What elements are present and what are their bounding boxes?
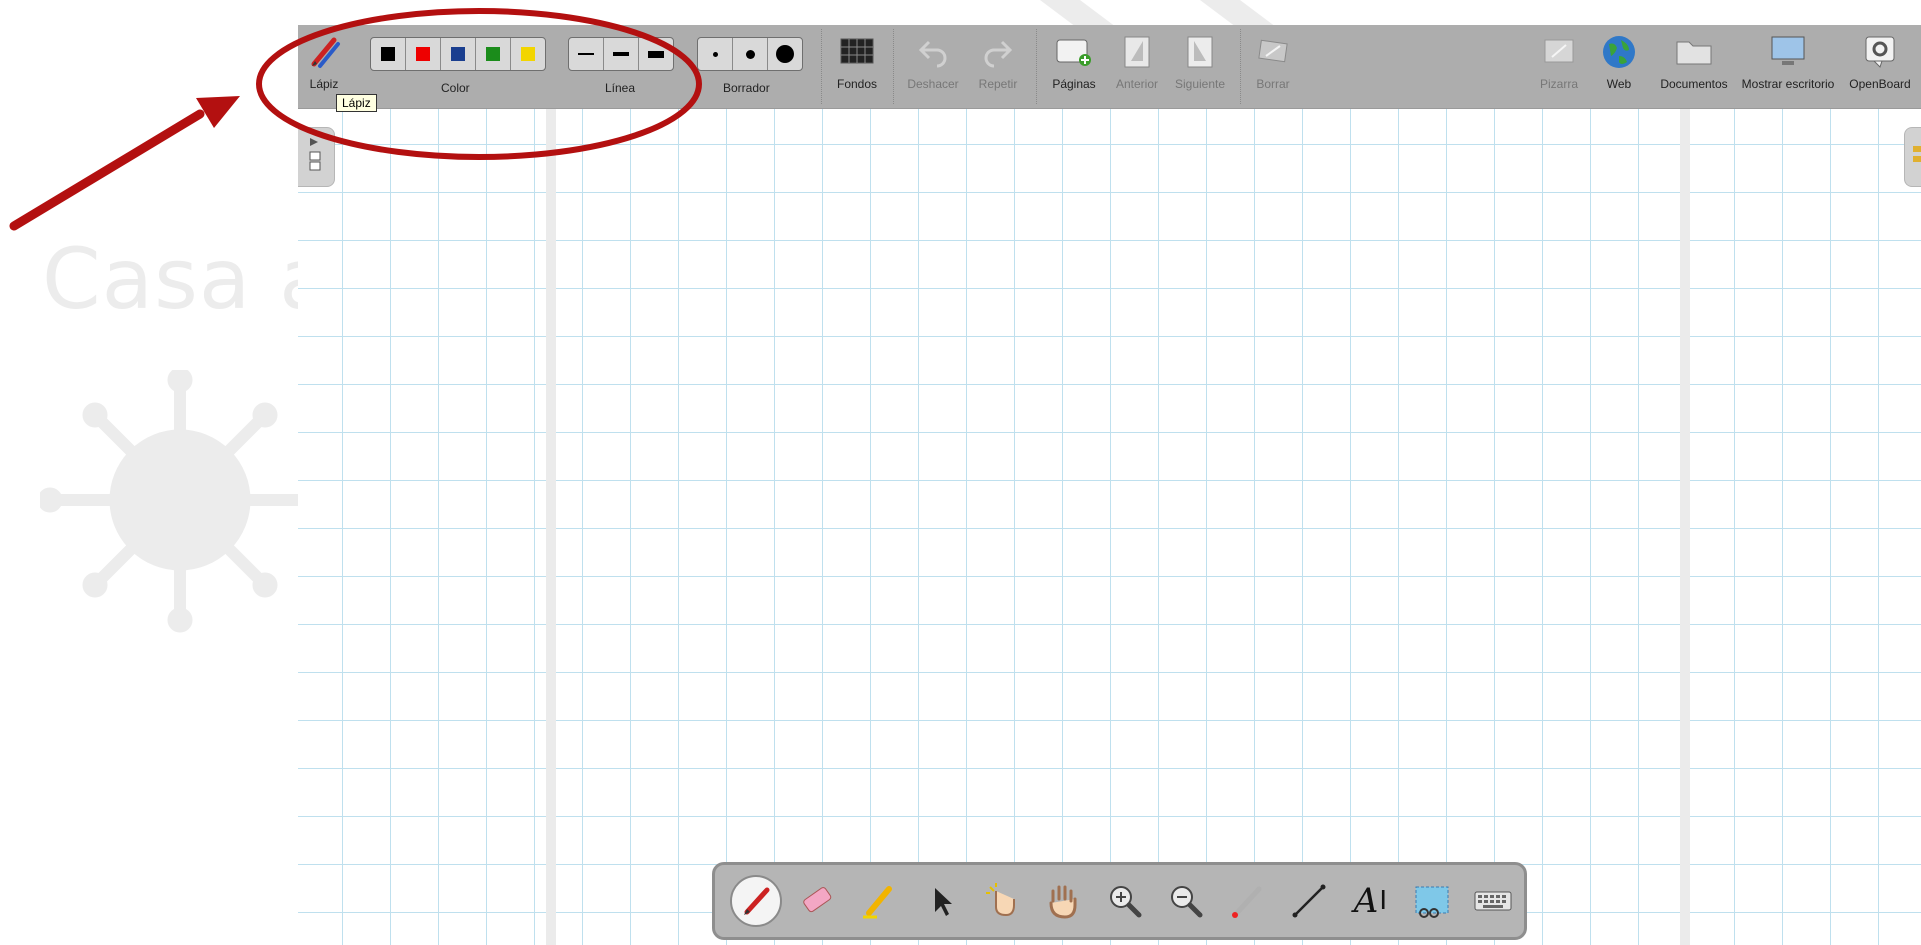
stylus-palette: A I: [712, 862, 1527, 940]
previous-label: Anterior: [1115, 77, 1159, 91]
palette-keyboard[interactable]: [1463, 870, 1524, 932]
line-label: Línea: [605, 81, 636, 95]
color-yellow[interactable]: [511, 38, 545, 70]
add-page-icon: [1056, 39, 1091, 66]
palette-text[interactable]: A I: [1340, 870, 1401, 932]
documents-label: Documentos: [1660, 77, 1728, 91]
settings-icon: [1865, 36, 1895, 68]
redo-icon: [984, 40, 1013, 68]
board-label: Pizarra: [1539, 77, 1578, 91]
line-thick[interactable]: [639, 38, 673, 70]
backgrounds-icon: [840, 38, 874, 64]
palette-line[interactable]: [1278, 870, 1339, 932]
line-medium[interactable]: [604, 38, 639, 70]
keyboard-icon: [1474, 891, 1512, 911]
pen-tooltip: Lápiz: [336, 94, 377, 112]
palette-capture[interactable]: [1401, 870, 1462, 932]
color-selector: [370, 37, 546, 71]
palette-pen[interactable]: [725, 870, 786, 932]
library-icon: [1913, 146, 1921, 162]
library-panel-tab[interactable]: [1904, 127, 1921, 187]
next-label: Siguiente: [1174, 77, 1226, 91]
arrow-right-icon: [309, 138, 321, 171]
palette-hand[interactable]: [1032, 870, 1093, 932]
virus-watermark-icon: [40, 370, 300, 633]
show-desktop-label: Mostrar escritorio: [1741, 77, 1835, 91]
eraser-icon: [803, 887, 832, 913]
color-blue[interactable]: [441, 38, 476, 70]
next-page-button[interactable]: Siguiente: [1170, 25, 1230, 108]
pen-icon: [311, 37, 340, 68]
whiteboard-canvas[interactable]: [298, 108, 1921, 945]
previous-page-button[interactable]: Anterior: [1110, 25, 1164, 108]
documents-button[interactable]: Documentos: [1656, 25, 1732, 108]
line-thin[interactable]: [569, 38, 604, 70]
color-black[interactable]: [371, 38, 406, 70]
redo-button[interactable]: Repetir: [973, 25, 1023, 108]
undo-icon: [918, 40, 947, 68]
globe-icon: [1603, 36, 1635, 68]
redo-label: Repetir: [978, 77, 1018, 91]
board-margin-right: [1680, 108, 1690, 945]
line-width-selector: [568, 37, 674, 71]
text-icon: A: [1353, 881, 1379, 921]
undo-label: Deshacer: [907, 77, 959, 91]
palette-zoom-in[interactable]: [1094, 870, 1155, 932]
pages-button[interactable]: Páginas: [1046, 25, 1102, 108]
openboard-menu-button[interactable]: OpenBoard: [1846, 25, 1914, 108]
eraser-medium[interactable]: [733, 38, 768, 70]
backgrounds-label: Fondos: [836, 77, 878, 91]
monitor-icon: [1771, 36, 1805, 65]
backgrounds-button[interactable]: Fondos: [832, 25, 882, 108]
pen-label: Lápiz: [309, 77, 339, 91]
openboard-label: OpenBoard: [1849, 77, 1911, 91]
web-button[interactable]: Web: [1598, 25, 1640, 108]
palette-laser[interactable]: [1217, 870, 1278, 932]
pen-icon: [743, 887, 770, 915]
palette-zoom-out[interactable]: [1155, 870, 1216, 932]
board-button[interactable]: Pizarra: [1534, 25, 1584, 108]
eraser-small[interactable]: [698, 38, 733, 70]
zoom-in-icon: [1109, 886, 1142, 918]
palette-pointer[interactable]: [909, 870, 970, 932]
highlighter-icon: [862, 886, 892, 919]
board-margin-left: [546, 108, 556, 945]
hand-icon: [1049, 885, 1077, 919]
web-label: Web: [1606, 77, 1632, 91]
text-cursor-icon: I: [1379, 886, 1388, 916]
laser-hand-icon: [985, 883, 1015, 917]
board-icon: [1544, 39, 1574, 63]
zoom-out-icon: [1171, 886, 1203, 918]
color-red[interactable]: [406, 38, 441, 70]
previous-page-icon: [1124, 36, 1150, 68]
folder-icon: [1676, 41, 1712, 65]
palette-eraser[interactable]: [786, 870, 847, 932]
undo-button[interactable]: Deshacer: [901, 25, 965, 108]
palette-highlighter[interactable]: [848, 870, 909, 932]
main-toolbar: Lápiz Color Línea Borrador Fondos Deshac…: [298, 25, 1921, 109]
color-label: Color: [441, 81, 470, 95]
clear-label: Borrar: [1256, 77, 1290, 91]
eraser-size-selector: [697, 37, 803, 71]
color-green[interactable]: [476, 38, 511, 70]
eraser-label: Borrador: [723, 81, 770, 95]
pages-label: Páginas: [1052, 77, 1096, 91]
palette-interact[interactable]: [971, 870, 1032, 932]
eraser-large[interactable]: [768, 38, 802, 70]
pointer-icon: [935, 888, 953, 916]
clear-icon: [1258, 39, 1288, 63]
laser-pointer-icon: [1232, 886, 1262, 918]
capture-icon: [1415, 886, 1449, 918]
next-page-icon: [1187, 36, 1213, 68]
line-icon: [1292, 884, 1326, 918]
show-desktop-button[interactable]: Mostrar escritorio: [1738, 25, 1838, 108]
clear-button[interactable]: Borrar: [1248, 25, 1298, 108]
pages-panel-tab[interactable]: [298, 127, 335, 187]
